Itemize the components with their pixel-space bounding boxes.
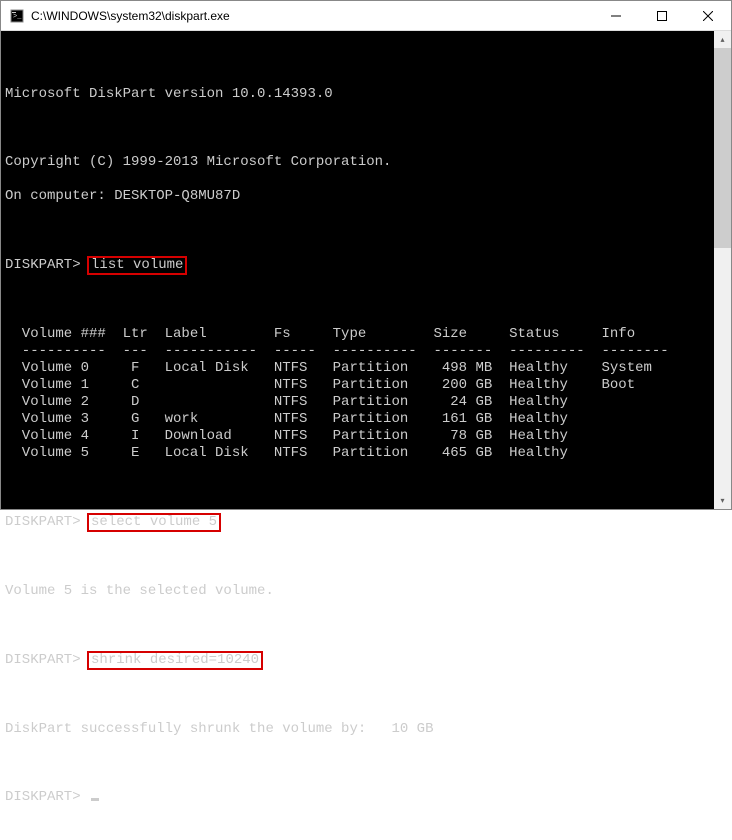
window-title: C:\WINDOWS\system32\diskpart.exe [31, 9, 593, 23]
selected-message: Volume 5 is the selected volume. [5, 583, 714, 600]
console-content[interactable]: Microsoft DiskPart version 10.0.14393.0 … [1, 31, 714, 509]
maximize-button[interactable] [639, 1, 685, 30]
close-button[interactable] [685, 1, 731, 30]
cursor-icon [91, 798, 99, 801]
prompt-line-2: DISKPART> select volume 5 [5, 513, 714, 532]
vertical-scrollbar[interactable]: ▴ ▾ [714, 31, 731, 509]
prompt-text: DISKPART> [5, 257, 89, 273]
volume-table: Volume ### Ltr Label Fs Type Size Status… [5, 326, 714, 462]
prompt-line-3: DISKPART> shrink desired=10240 [5, 651, 714, 670]
app-icon: >_ [9, 8, 25, 24]
scroll-down-button[interactable]: ▾ [714, 492, 731, 509]
computer-line: On computer: DESKTOP-Q8MU87D [5, 188, 714, 205]
command-highlight-3: shrink desired=10240 [87, 651, 263, 670]
svg-text:>_: >_ [13, 13, 22, 21]
command-highlight-1: list volume [87, 256, 187, 275]
shrink-message: DiskPart successfully shrunk the volume … [5, 721, 714, 738]
prompt-line-1: DISKPART> list volume [5, 256, 714, 275]
copyright-line: Copyright (C) 1999-2013 Microsoft Corpor… [5, 154, 714, 171]
scroll-up-button[interactable]: ▴ [714, 31, 731, 48]
scroll-thumb[interactable] [714, 48, 731, 248]
window-titlebar: >_ C:\WINDOWS\system32\diskpart.exe [1, 1, 731, 31]
minimize-button[interactable] [593, 1, 639, 30]
window-controls [593, 1, 731, 30]
version-line: Microsoft DiskPart version 10.0.14393.0 [5, 86, 714, 103]
prompt-line-4[interactable]: DISKPART> [5, 789, 714, 806]
console-area: Microsoft DiskPart version 10.0.14393.0 … [1, 31, 731, 509]
command-highlight-2: select volume 5 [87, 513, 221, 532]
